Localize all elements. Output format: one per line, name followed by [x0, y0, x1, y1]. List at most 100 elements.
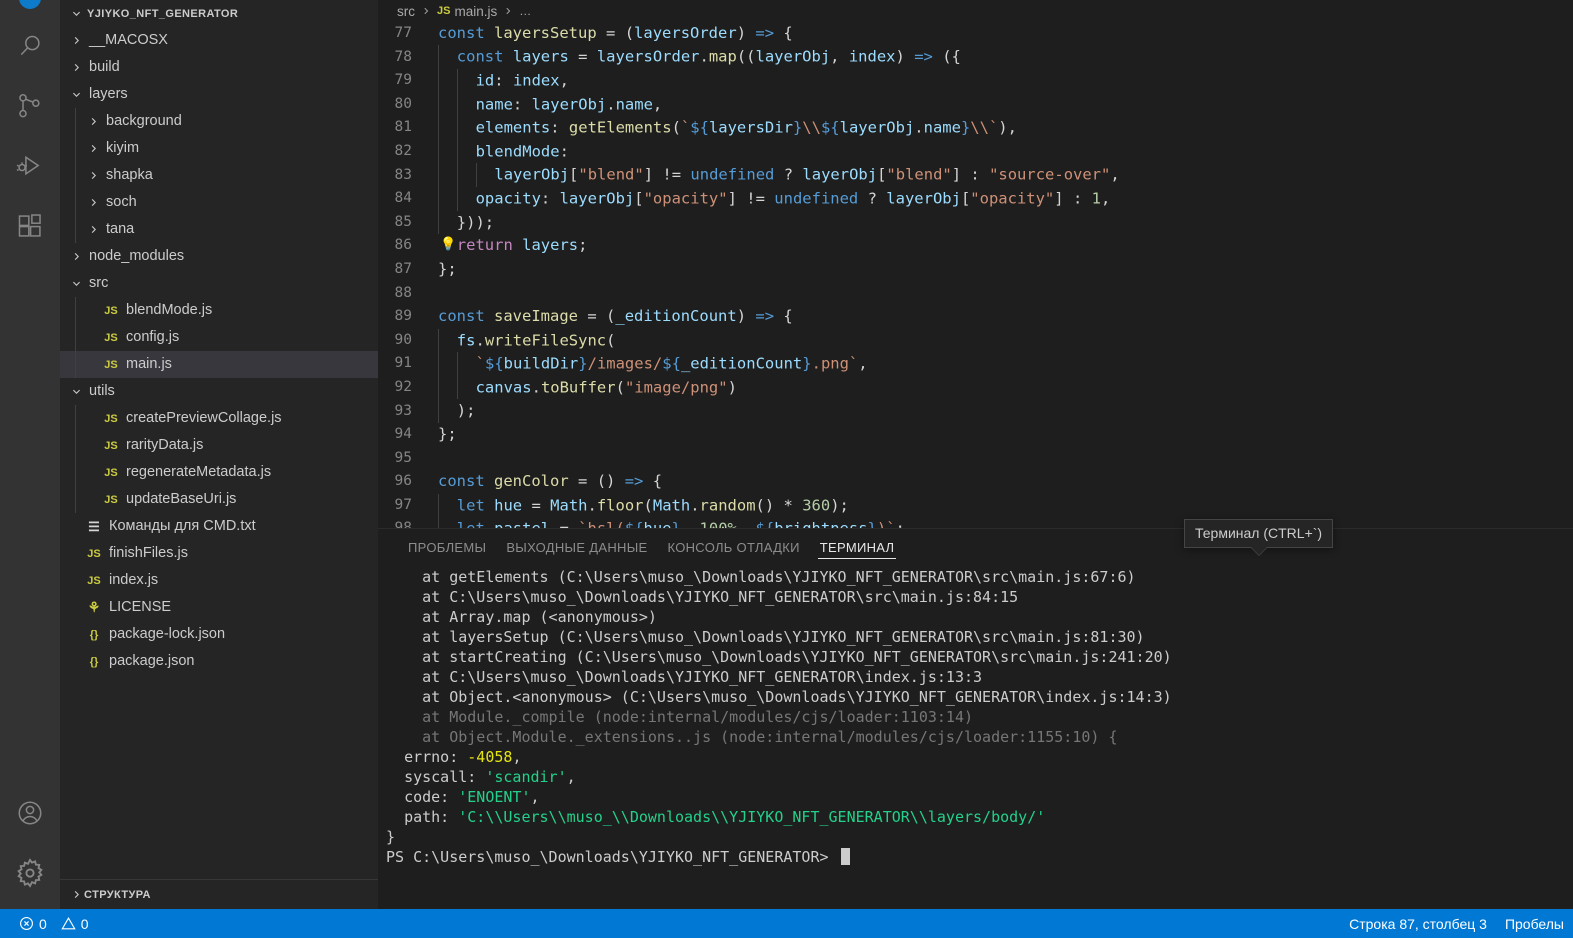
tree-item-label: package-lock.json: [109, 626, 226, 643]
code-token: }: [960, 118, 971, 137]
code-token: layerObj: [559, 189, 635, 208]
code-token: ;: [896, 520, 905, 528]
code-line[interactable]: 85}));: [378, 210, 1573, 235]
outline-label: СТРУКТУРА: [84, 888, 151, 901]
tree-item-src[interactable]: src: [60, 270, 378, 297]
code-indent-guide: [438, 163, 457, 188]
tree-item-background[interactable]: background: [60, 108, 378, 135]
code-line[interactable]: 98let pastel = `hsl(${hue}, 100%, ${brig…: [378, 517, 1573, 528]
code-token: );: [456, 401, 476, 420]
tree-item-regeneratemetadata-js[interactable]: JS regenerateMetadata.js: [60, 459, 378, 486]
code-token: canvas: [475, 378, 532, 397]
code-token: };: [438, 425, 457, 444]
panel-tab-консоль-отладки[interactable]: КОНСОЛЬ ОТЛАДКИ: [657, 529, 809, 565]
code-line-text: const genColor = () => {: [438, 470, 662, 494]
code-token: layerObj: [839, 118, 915, 137]
status-cursor-position[interactable]: Строка 87, столбец 3: [1340, 909, 1496, 938]
indent-guide: [75, 216, 76, 243]
tree-item-updatebaseuri-js[interactable]: JS updateBaseUri.js: [60, 486, 378, 513]
explorer-root-folder[interactable]: YJIYKO_NFT_GENERATOR: [60, 0, 378, 27]
code-line[interactable]: 94};: [378, 423, 1573, 447]
breadcrumb-symbol[interactable]: …: [519, 4, 532, 18]
code-line[interactable]: 90 fs.writeFileSync(: [378, 328, 1573, 353]
line-number: 97: [394, 496, 412, 513]
line-number: 95: [394, 449, 412, 466]
tree-item-build[interactable]: build: [60, 54, 378, 81]
breadcrumb-file[interactable]: main.js: [454, 4, 497, 19]
code-line[interactable]: 77 const layersSetup = (layersOrder) => {: [378, 22, 1573, 46]
code-line[interactable]: 83 layerObj["blend"] != undefined ? layer…: [378, 163, 1573, 188]
panel-tab-list[interactable]: ПРОБЛЕМЫ ВЫХОДНЫЕ ДАННЫЕ КОНСОЛЬ ОТЛАДКИ ТЕ…: [378, 529, 1573, 565]
activity-bar-item-extensions[interactable]: [0, 196, 60, 256]
file-tree[interactable]: YJIYKO_NFT_GENERATOR __MACOSX build layers b…: [60, 0, 378, 879]
tree-item-label: regenerateMetadata.js: [126, 464, 272, 481]
breadcrumb[interactable]: src JS main.js …: [378, 0, 1573, 22]
code-line[interactable]: 95: [378, 447, 1573, 471]
panel-tab-проблемы[interactable]: ПРОБЛЕМЫ: [398, 529, 496, 565]
code-line[interactable]: 79 id: index,: [378, 69, 1573, 93]
tree-item-finishfiles-js[interactable]: JS finishFiles.js: [60, 540, 378, 567]
activity-bar-item-settings[interactable]: [0, 843, 60, 903]
code-token: (: [615, 378, 625, 397]
code-line[interactable]: 88: [378, 282, 1573, 306]
tree-item-layers[interactable]: layers: [60, 81, 378, 108]
code-token: }: [578, 354, 588, 373]
tree-item-blendmode-js[interactable]: JS blendMode.js: [60, 297, 378, 324]
activity-bar-item-search[interactable]: [0, 16, 60, 76]
code-line[interactable]: 96 const genColor = () => {: [378, 470, 1573, 494]
code-line[interactable]: 93);: [378, 399, 1573, 424]
tree-item-package-lock-json[interactable]: {} package-lock.json: [60, 621, 378, 648]
terminal-line: at Module._compile (node:internal/module…: [386, 707, 1573, 727]
code-line[interactable]: 80 name: layerObj.name,: [378, 92, 1573, 117]
terminal-text: ,: [530, 788, 540, 806]
code-line[interactable]: 91 `${buildDir}/images/${_editionCount}.p…: [378, 352, 1573, 376]
code-token: ): [736, 24, 756, 42]
tree-item-config-js[interactable]: JS config.js: [60, 324, 378, 351]
indent-guide: [75, 351, 76, 378]
tree-item-index-js[interactable]: JS index.js: [60, 567, 378, 594]
activity-bar-item-accounts[interactable]: [0, 783, 60, 843]
tree-item-shapka[interactable]: shapka: [60, 162, 378, 189]
code-line[interactable]: 92 canvas.toBuffer("image/png"): [378, 375, 1573, 400]
activity-bar-explorer-partial[interactable]: [0, 0, 60, 16]
code-line[interactable]: 86 return layers;: [378, 234, 1573, 258]
tree-item-utils[interactable]: utils: [60, 378, 378, 405]
terminal-text: at Object.Module._extensions..js (node:i…: [422, 728, 1118, 746]
tree-item-raritydata-js[interactable]: JS rarityData.js: [60, 432, 378, 459]
code-token: writeFileSync: [484, 330, 607, 349]
tree-item-kiyim[interactable]: kiyim: [60, 135, 378, 162]
code-line[interactable]: 89 const saveImage = (_editionCount) => {: [378, 305, 1573, 329]
tree-item-soch[interactable]: soch: [60, 189, 378, 216]
tree-item-createpreviewcollage-js[interactable]: JS createPreviewCollage.js: [60, 405, 378, 432]
code-line[interactable]: 84 opacity: layerObj["opacity"] != undefi…: [378, 187, 1573, 211]
tree-item-main-js[interactable]: JS main.js: [60, 351, 378, 378]
chevron-right-icon: [503, 6, 513, 16]
code-token: }: [802, 354, 812, 373]
outline-section-header[interactable]: СТРУКТУРА: [60, 879, 378, 909]
code-token: .: [690, 496, 700, 515]
code-line[interactable]: 97 let hue = Math.floor(Math.random() * 3…: [378, 493, 1573, 518]
code-line[interactable]: 82 blendMode:: [378, 139, 1573, 164]
chevron-right-icon: [68, 33, 84, 49]
tree-item-package-json[interactable]: {} package.json: [60, 648, 378, 675]
tree-item-license[interactable]: ⚘ LICENSE: [60, 594, 378, 621]
status-problems[interactable]: 0 0: [10, 909, 98, 938]
tree-item-tana[interactable]: tana: [60, 216, 378, 243]
tree-item-cmd-txt[interactable]: ☰ Команды для CMD.txt: [60, 513, 378, 540]
code-line[interactable]: 78 const layers = layersOrder.map((layerO…: [378, 45, 1573, 70]
code-line[interactable]: 81 elements: getElements(`${layersDir}\\$…: [378, 116, 1573, 140]
code-editor[interactable]: 77 const layersSetup = (layersOrder) => {…: [378, 22, 1573, 528]
code-line[interactable]: 87};: [378, 258, 1573, 282]
activity-bar-item-run-debug[interactable]: [0, 136, 60, 196]
panel-tab-терминал[interactable]: ТЕРМИНАЛ: [810, 529, 905, 565]
panel-tab-выходные-данные[interactable]: ВЫХОДНЫЕ ДАННЫЕ: [496, 529, 657, 565]
breadcrumb-folder[interactable]: src: [397, 4, 415, 19]
activity-bar-item-source-control[interactable]: [0, 76, 60, 136]
code-token: .: [699, 47, 709, 66]
tree-item-node-modules[interactable]: node_modules: [60, 243, 378, 270]
code-token: layerObj: [531, 94, 607, 113]
status-indentation[interactable]: Пробелы: [1496, 909, 1573, 938]
tree-item-macosx[interactable]: __MACOSX: [60, 27, 378, 54]
terminal-output[interactable]: at getElements (C:\Users\muso_\Downloads…: [378, 565, 1573, 909]
